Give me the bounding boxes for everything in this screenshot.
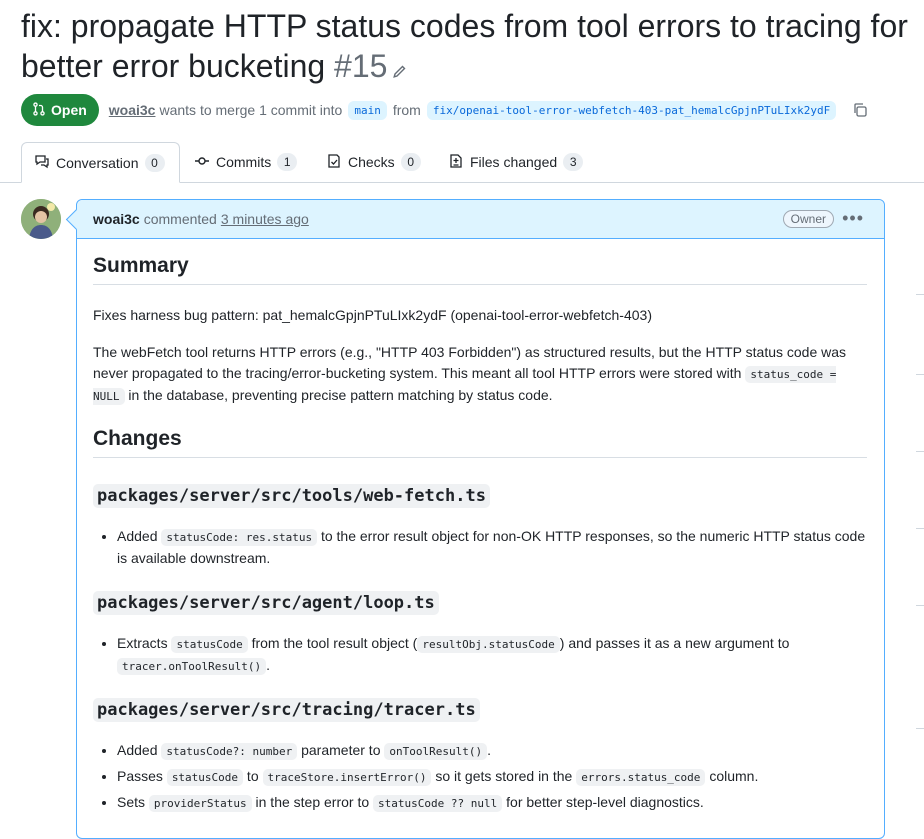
merge-text: wants to merge 1 commit into: [159, 102, 343, 118]
tab-counter: 1: [277, 153, 298, 171]
comment-discussion-icon: [34, 153, 50, 172]
sidebar-divider: [916, 374, 924, 375]
list-item: Sets providerStatus in the step error to…: [117, 792, 867, 814]
author-link[interactable]: woai3c: [109, 102, 156, 118]
tab-label: Checks: [348, 154, 395, 170]
pr-description-comment: woai3c commented 3 minutes ago Owner •••…: [76, 199, 885, 839]
file-heading-tracer: packages/server/src/tracing/tracer.ts: [93, 698, 480, 722]
sidebar-divider: [916, 728, 924, 729]
summary-paragraph-1: Fixes harness bug pattern: pat_hemalcGpj…: [93, 307, 652, 323]
avatar[interactable]: [21, 199, 61, 239]
tab-label: Commits: [216, 154, 272, 170]
commit-icon: [194, 153, 210, 172]
copy-icon[interactable]: [852, 102, 868, 118]
comment-header: woai3c commented 3 minutes ago Owner •••: [77, 200, 884, 239]
tab-counter: 0: [400, 153, 421, 171]
tab-files-changed[interactable]: Files changed 3: [436, 142, 595, 182]
list-item: Passes statusCode to traceStore.insertEr…: [117, 766, 867, 788]
tab-checks[interactable]: Checks 0: [314, 142, 433, 182]
tab-conversation[interactable]: Conversation 0: [21, 142, 180, 183]
tab-label: Conversation: [56, 154, 139, 171]
head-branch[interactable]: fix/openai-tool-error-webfetch-403-pat_h…: [426, 100, 837, 120]
sidebar-divider: [916, 294, 924, 295]
file-heading-web-fetch: packages/server/src/tools/web-fetch.ts: [93, 484, 490, 508]
tab-counter: 3: [563, 153, 584, 171]
list-item: Extracts statusCode from the tool result…: [117, 633, 867, 677]
pencil-icon[interactable]: [391, 49, 407, 89]
from-text: from: [392, 102, 421, 118]
file1-changes-list: Added statusCode: res.status to the erro…: [93, 526, 867, 573]
changes-heading: Changes: [93, 428, 867, 458]
sidebar-divider: [916, 451, 924, 452]
pr-meta: Open woai3c wants to merge 1 commit into…: [21, 94, 868, 126]
summary-heading: Summary: [93, 255, 867, 285]
status-label: Open: [51, 102, 87, 118]
tab-counter: 0: [144, 153, 165, 172]
list-item: Added statusCode?: number parameter to o…: [117, 740, 867, 762]
file2-changes-list: Extracts statusCode from the tool result…: [93, 633, 867, 681]
base-branch[interactable]: main: [348, 100, 387, 120]
file-diff-icon: [448, 153, 464, 172]
pull-request-icon: [32, 101, 46, 119]
owner-badge: Owner: [782, 210, 834, 228]
tab-label: Files changed: [470, 154, 558, 170]
pr-title-text: fix: propagate HTTP status codes from to…: [21, 8, 908, 84]
file-heading-loop: packages/server/src/agent/loop.ts: [93, 591, 439, 615]
comment-timestamp[interactable]: 3 minutes ago: [221, 211, 309, 227]
list-item: Added statusCode: res.status to the erro…: [117, 526, 867, 569]
summary-paragraph-2: The webFetch tool returns HTTP errors (e…: [93, 344, 847, 405]
file3-changes-list: Added statusCode?: number parameter to o…: [93, 740, 867, 818]
checklist-icon: [326, 153, 342, 172]
pr-title: fix: propagate HTTP status codes from to…: [21, 6, 921, 89]
pr-number: #15: [334, 48, 388, 84]
sidebar-divider: [916, 605, 924, 606]
comment-author[interactable]: woai3c: [93, 211, 140, 227]
comment-action: commented: [143, 211, 217, 227]
tab-commits[interactable]: Commits 1: [182, 142, 309, 182]
status-badge: Open: [21, 94, 99, 126]
pr-tabs: Conversation 0 Commits 1 Checks 0 Files …: [0, 142, 924, 183]
kebab-horizontal-icon[interactable]: •••: [842, 208, 864, 229]
sidebar-divider: [916, 528, 924, 529]
